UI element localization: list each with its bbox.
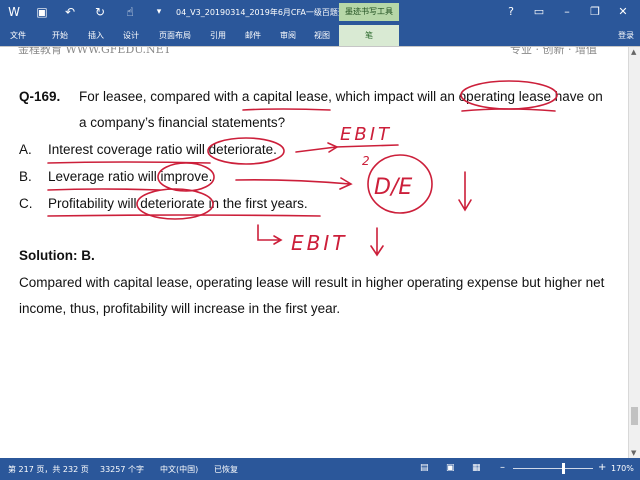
- tab-layout[interactable]: 页面布局: [150, 25, 200, 46]
- customize-quick-access-icon[interactable]: ▾: [152, 4, 166, 20]
- word-app-icon[interactable]: W: [6, 4, 22, 20]
- close-icon[interactable]: ✕: [612, 3, 634, 21]
- ink-arrow-b: [235, 177, 353, 190]
- ink-text-ebit-top: EBIT: [340, 124, 392, 145]
- tab-file[interactable]: 文件: [0, 25, 36, 46]
- ink-fraction-line: [334, 144, 399, 148]
- scroll-down-icon[interactable]: ▼: [631, 449, 636, 457]
- ink-text-ebit-bottom: EBIT: [291, 231, 347, 255]
- touch-mode-icon[interactable]: ☝: [120, 4, 140, 20]
- read-mode-icon[interactable]: ▤: [420, 463, 429, 473]
- print-layout-icon[interactable]: ▣: [446, 463, 455, 473]
- ink-down-arrow-b: [458, 171, 472, 212]
- tab-view[interactable]: 视图: [306, 25, 338, 46]
- undo-icon[interactable]: ↶: [62, 4, 78, 20]
- tab-design[interactable]: 设计: [115, 25, 147, 46]
- status-restored: 已恢复: [214, 465, 238, 474]
- restore-icon[interactable]: ❐: [584, 3, 606, 21]
- tab-insert[interactable]: 插入: [80, 25, 112, 46]
- zoom-level[interactable]: 170%: [611, 464, 634, 473]
- ink-circle-improve: [157, 162, 215, 192]
- status-page[interactable]: 第 217 页，共 232 页: [8, 464, 89, 475]
- ink-underline-capital-lease: [242, 108, 331, 111]
- zoom-out-icon[interactable]: –: [500, 462, 505, 473]
- scrollbar-thumb[interactable]: [631, 407, 638, 425]
- web-layout-icon[interactable]: ▦: [472, 463, 481, 473]
- ink-underline-operating-lease: [461, 108, 556, 112]
- tab-mailings[interactable]: 邮件: [237, 25, 269, 46]
- vertical-scrollbar[interactable]: ▲ ▼: [628, 47, 640, 458]
- tab-home[interactable]: 开始: [44, 25, 76, 46]
- ink-underline-option-b: [47, 188, 161, 191]
- ink-annotations: EBIT 2 D/E EBIT: [47, 80, 558, 257]
- ink-arrow-a: [295, 142, 339, 153]
- zoom-slider-thumb[interactable]: [562, 463, 565, 474]
- tab-references[interactable]: 引用: [202, 25, 234, 46]
- tab-review[interactable]: 审阅: [272, 25, 304, 46]
- ink-tools-label: 墨迹书写工具: [339, 3, 399, 21]
- status-language[interactable]: 中文(中国): [160, 464, 198, 475]
- login-link[interactable]: 登录: [618, 25, 634, 46]
- document-page[interactable]: 金程教育 WWW.GFEDU.NET 专业 · 创新 · 增值 Q-169. F…: [0, 47, 628, 458]
- zoom-slider[interactable]: [513, 468, 593, 469]
- help-icon[interactable]: ?: [500, 3, 522, 21]
- scroll-up-icon[interactable]: ▲: [631, 48, 636, 56]
- document-title: 04_V3_20190314_2019年6月CFA一级百题预...: [176, 8, 354, 17]
- ink-underline-option-c: [47, 214, 321, 217]
- title-bar: W ▣ ↶ ↻ ☝ ▾ 04_V3_20190314_2019年6月CFA一级百…: [0, 0, 640, 25]
- status-bar: 第 217 页，共 232 页 33257 个字 中文(中国) 已恢复 ▤ ▣ …: [0, 458, 640, 480]
- ink-hook-arrow-c: [257, 224, 283, 245]
- save-icon[interactable]: ▣: [34, 4, 50, 20]
- redo-icon[interactable]: ↻: [92, 4, 108, 20]
- ink-text-de: D/E: [374, 175, 412, 200]
- zoom-in-icon[interactable]: +: [598, 462, 606, 473]
- ribbon-tabs: 文件 开始 插入 设计 页面布局 引用 邮件 审阅 视图 笔 登录: [0, 25, 640, 46]
- status-words[interactable]: 33257 个字: [100, 464, 144, 475]
- ribbon-display-options-icon[interactable]: ▭: [528, 3, 550, 21]
- ink-circle-operating-lease: [460, 80, 558, 110]
- minimize-icon[interactable]: –: [556, 3, 578, 21]
- ink-circle-deteriorate-a: [207, 137, 285, 165]
- ink-text-two: 2: [362, 154, 370, 168]
- ink-down-arrow-c: [370, 227, 384, 257]
- tab-pen[interactable]: 笔: [339, 25, 399, 46]
